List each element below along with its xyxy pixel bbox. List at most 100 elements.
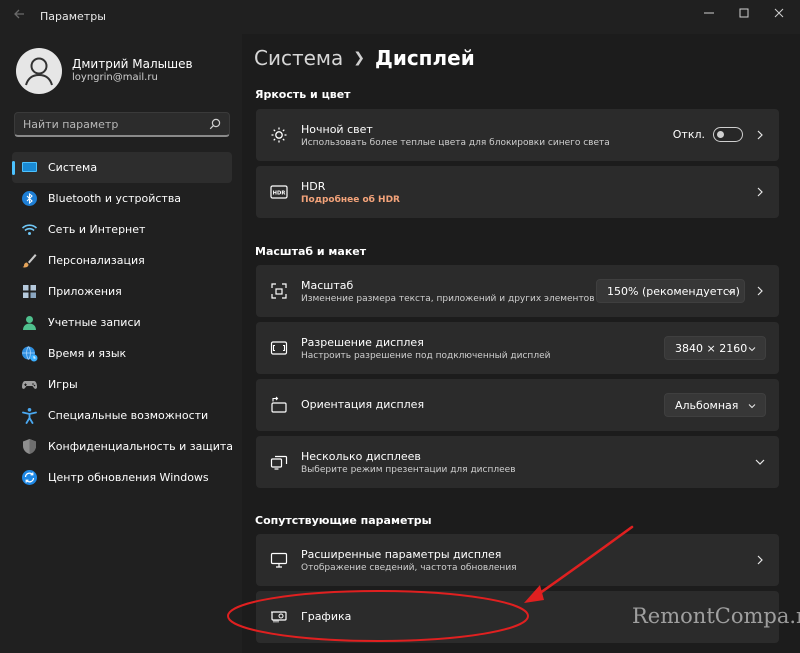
- multiple-displays-title: Несколько дисплеев: [301, 450, 421, 463]
- section-title-scale-layout: Масштаб и макет: [255, 245, 367, 258]
- hdr-learn-more-link[interactable]: Подробнее об HDR: [301, 195, 400, 205]
- sidebar-item-system[interactable]: Система: [12, 152, 232, 183]
- sidebar-item-accounts[interactable]: Учетные записи: [12, 307, 232, 338]
- sidebar-item-time-language[interactable]: Время и язык: [12, 338, 232, 369]
- night-light-toggle[interactable]: [713, 127, 743, 142]
- hdr-icon: HDR: [270, 185, 288, 199]
- sidebar-item-accessibility[interactable]: Специальные возможности: [12, 400, 232, 431]
- sidebar-item-label: Время и язык: [48, 347, 127, 360]
- title-bar: Параметры: [0, 0, 800, 34]
- arrow-left-icon: [14, 9, 24, 19]
- main-content: Система ❯ Дисплей Яркость и цвет Ночной св…: [242, 34, 800, 653]
- orientation-card[interactable]: Ориентация дисплея Альбомная: [256, 379, 779, 431]
- profile-name[interactable]: Дмитрий Малышев: [72, 57, 193, 71]
- hdr-card[interactable]: HDR HDR Подробнее об HDR: [256, 166, 779, 218]
- sidebar-item-label: Специальные возможности: [48, 409, 209, 422]
- sidebar-item-personalization[interactable]: Персонализация: [12, 245, 232, 276]
- sidebar-item-label: Персонализация: [48, 254, 145, 267]
- watermark: RemontCompa.ru: [632, 604, 800, 628]
- scale-title: Масштаб: [301, 279, 354, 292]
- sidebar-item-windows-update[interactable]: Центр обновления Windows: [12, 462, 232, 493]
- orientation-dropdown[interactable]: Альбомная: [664, 393, 766, 417]
- resolution-dropdown[interactable]: 3840 × 2160: [664, 336, 766, 360]
- minimize-icon: [704, 12, 714, 14]
- app-title: Параметры: [40, 10, 106, 23]
- advanced-display-card[interactable]: Расширенные параметры дисплея Отображени…: [256, 534, 779, 586]
- avatar[interactable]: [16, 48, 62, 94]
- monitor-icon: [22, 162, 37, 172]
- chevron-down-icon: [748, 347, 756, 352]
- sidebar-item-label: Система: [48, 161, 98, 174]
- sidebar-item-network[interactable]: Сеть и Интернет: [12, 214, 232, 245]
- maximize-button[interactable]: [727, 0, 761, 28]
- advanced-display-subtitle: Отображение сведений, частота обновления: [301, 563, 517, 573]
- svg-text:HDR: HDR: [273, 190, 286, 196]
- resolution-card[interactable]: Разрешение дисплея Настроить разрешение …: [256, 322, 779, 374]
- scale-subtitle: Изменение размера текста, приложений и д…: [301, 294, 595, 304]
- advanced-display-title: Расширенные параметры дисплея: [301, 548, 502, 561]
- night-light-subtitle: Использовать более теплые цвета для блок…: [301, 138, 610, 148]
- sidebar: Дмитрий Малышев loyngrin@mail.ru Система…: [0, 34, 242, 653]
- resolution-subtitle: Настроить разрешение под подключенный ди…: [301, 351, 551, 361]
- breadcrumb-parent[interactable]: Система: [254, 46, 343, 70]
- sidebar-item-apps[interactable]: Приложения: [12, 276, 232, 307]
- accessibility-icon: [22, 408, 37, 424]
- orientation-dropdown-value: Альбомная: [675, 399, 739, 412]
- orientation-title: Ориентация дисплея: [301, 398, 425, 411]
- graphics-title: Графика: [301, 610, 352, 623]
- globe-clock-icon: [22, 346, 38, 362]
- scale-dropdown-value: 150% (рекомендуется): [607, 285, 740, 298]
- gamepad-icon: [22, 381, 37, 389]
- sidebar-item-privacy[interactable]: Конфиденциальность и защита: [12, 431, 233, 462]
- brush-icon: [22, 254, 37, 268]
- sidebar-item-label: Учетные записи: [48, 316, 141, 329]
- sidebar-item-label: Конфиденциальность и защита: [48, 440, 233, 453]
- search-icon: [209, 118, 221, 130]
- sidebar-item-label: Центр обновления Windows: [48, 471, 209, 484]
- sidebar-item-gaming[interactable]: Игры: [12, 369, 232, 400]
- chevron-right-icon: [757, 555, 763, 565]
- search-input[interactable]: [23, 116, 203, 132]
- night-light-toggle-label: Откл.: [672, 128, 705, 141]
- chevron-right-icon: [757, 187, 763, 197]
- section-title-brightness: Яркость и цвет: [255, 88, 351, 101]
- sidebar-item-label: Приложения: [48, 285, 122, 298]
- chevron-down-icon: [727, 290, 735, 295]
- multiple-displays-subtitle: Выберите режим презентации для дисплеев: [301, 465, 516, 475]
- page-title: Дисплей: [375, 46, 475, 70]
- night-light-card[interactable]: Ночной свет Использовать более теплые цв…: [256, 109, 779, 161]
- scale-card[interactable]: Масштаб Изменение размера текста, прилож…: [256, 265, 779, 317]
- sidebar-nav: Система Bluetooth и устройства Сеть и Ин…: [12, 152, 233, 493]
- breadcrumb: Система ❯ Дисплей: [254, 46, 475, 70]
- monitor-icon: [270, 552, 288, 568]
- scale-icon: [271, 283, 287, 299]
- multiple-displays-card[interactable]: Несколько дисплеев Выберите режим презен…: [256, 436, 779, 488]
- scale-dropdown[interactable]: 150% (рекомендуется): [596, 279, 745, 303]
- back-button[interactable]: [10, 8, 28, 26]
- resolution-icon: [270, 341, 288, 355]
- close-button[interactable]: [762, 0, 796, 28]
- search-box[interactable]: [14, 112, 230, 137]
- minimize-button[interactable]: [692, 0, 726, 28]
- shield-icon: [23, 439, 36, 454]
- update-icon: [22, 470, 37, 485]
- user-icon: [23, 316, 36, 330]
- sidebar-item-label: Bluetooth и устройства: [48, 192, 182, 205]
- multiple-displays-icon: [270, 455, 288, 470]
- chevron-right-icon: [757, 130, 763, 140]
- close-icon: [774, 8, 784, 18]
- sidebar-item-bluetooth[interactable]: Bluetooth и устройства: [12, 183, 232, 214]
- graphics-card-icon: [271, 611, 287, 623]
- bluetooth-icon: [22, 191, 37, 206]
- section-title-related: Сопутствующие параметры: [255, 514, 432, 527]
- chevron-right-icon: ❯: [353, 50, 365, 66]
- wifi-icon: [21, 224, 38, 235]
- sun-icon: [271, 127, 287, 143]
- night-light-title: Ночной свет: [301, 123, 373, 136]
- hdr-title: HDR: [301, 180, 326, 193]
- resolution-dropdown-value: 3840 × 2160: [675, 342, 748, 355]
- orientation-icon: [271, 396, 287, 413]
- chevron-down-icon: [748, 404, 756, 409]
- chevron-down-icon[interactable]: [755, 457, 765, 467]
- chevron-right-icon: [757, 286, 763, 296]
